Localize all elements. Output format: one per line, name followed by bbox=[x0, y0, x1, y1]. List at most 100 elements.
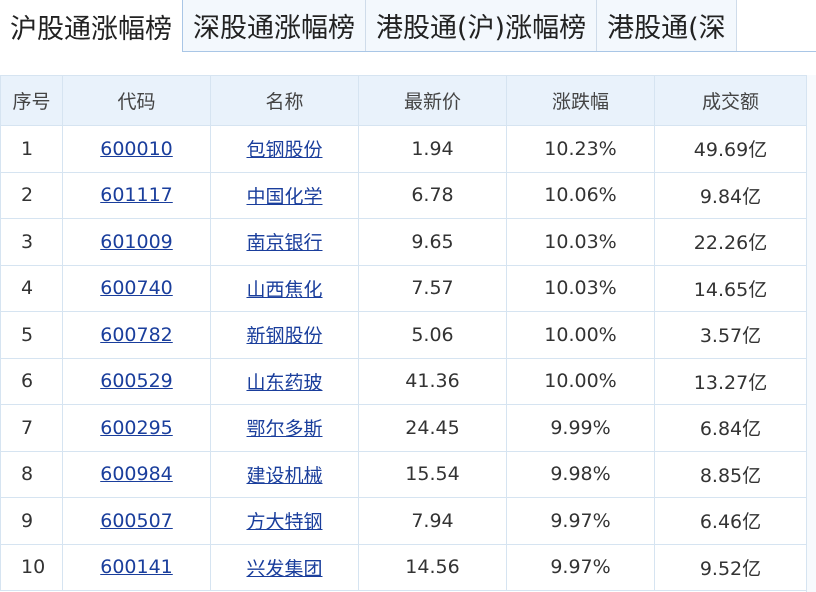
header-price: 最新价 bbox=[358, 75, 507, 126]
tab-hk-connect-sh-gainers[interactable]: 港股通(沪)涨幅榜 bbox=[366, 0, 598, 51]
table-row: 7 600295 鄂尔多斯 24.45 9.99% 6.84亿 bbox=[0, 404, 807, 452]
stock-code-cell: 600740 bbox=[62, 264, 211, 312]
stock-name-cell: 中国化学 bbox=[210, 171, 359, 219]
stock-name-cell: 兴发集团 bbox=[210, 543, 359, 591]
header-turnover: 成交额 bbox=[654, 75, 807, 126]
table-row: 2 601117 中国化学 6.78 10.06% 9.84亿 bbox=[0, 171, 807, 219]
stock-code-cell: 600295 bbox=[62, 404, 211, 452]
stock-name-cell: 建设机械 bbox=[210, 450, 359, 498]
table-row: 1 600010 包钢股份 1.94 10.23% 49.69亿 bbox=[0, 125, 807, 173]
turnover-amount: 6.46亿 bbox=[654, 497, 807, 545]
latest-price: 14.56 bbox=[358, 543, 507, 591]
stock-code-cell: 600507 bbox=[62, 497, 211, 545]
stock-code-cell: 600782 bbox=[62, 311, 211, 359]
stock-name-cell: 方大特钢 bbox=[210, 497, 359, 545]
stock-code-cell: 600529 bbox=[62, 357, 211, 405]
latest-price: 15.54 bbox=[358, 450, 507, 498]
stock-code-link[interactable]: 601009 bbox=[100, 231, 173, 253]
change-percent: 9.97% bbox=[506, 543, 655, 591]
table-header-row: 序号 代码 名称 最新价 涨跌幅 成交额 bbox=[0, 75, 807, 126]
stock-name-cell: 鄂尔多斯 bbox=[210, 404, 359, 452]
change-percent: 10.23% bbox=[506, 125, 655, 173]
latest-price: 1.94 bbox=[358, 125, 507, 173]
change-percent: 9.97% bbox=[506, 497, 655, 545]
stock-name-link[interactable]: 山东药玻 bbox=[246, 372, 322, 394]
stock-code-link[interactable]: 600782 bbox=[100, 324, 173, 346]
table-row: 5 600782 新钢股份 5.06 10.00% 3.57亿 bbox=[0, 311, 807, 359]
table-row: 4 600740 山西焦化 7.57 10.03% 14.65亿 bbox=[0, 264, 807, 312]
stock-code-link[interactable]: 600984 bbox=[100, 463, 173, 485]
stock-name-cell: 南京银行 bbox=[210, 218, 359, 266]
row-number: 2 bbox=[0, 171, 63, 219]
stock-code-cell: 600984 bbox=[62, 450, 211, 498]
latest-price: 41.36 bbox=[358, 357, 507, 405]
row-number: 4 bbox=[0, 264, 63, 312]
latest-price: 7.94 bbox=[358, 497, 507, 545]
change-percent: 10.03% bbox=[506, 218, 655, 266]
stock-code-cell: 600141 bbox=[62, 543, 211, 591]
table-right-edge bbox=[806, 75, 816, 592]
stock-code-cell: 601117 bbox=[62, 171, 211, 219]
stock-code-link[interactable]: 600507 bbox=[100, 510, 173, 532]
turnover-amount: 9.84亿 bbox=[654, 171, 807, 219]
turnover-amount: 9.52亿 bbox=[654, 543, 807, 591]
latest-price: 9.65 bbox=[358, 218, 507, 266]
turnover-amount: 8.85亿 bbox=[654, 450, 807, 498]
stock-name-link[interactable]: 包钢股份 bbox=[246, 139, 322, 161]
stock-name-link[interactable]: 方大特钢 bbox=[246, 511, 322, 533]
table-row: 10 600141 兴发集团 14.56 9.97% 9.52亿 bbox=[0, 543, 807, 591]
ranking-tabs: 沪股通涨幅榜 深股通涨幅榜 港股通(沪)涨幅榜 港股通(深 bbox=[0, 0, 816, 52]
row-number: 8 bbox=[0, 450, 63, 498]
table-row: 3 601009 南京银行 9.65 10.03% 22.26亿 bbox=[0, 218, 807, 266]
row-number: 6 bbox=[0, 357, 63, 405]
stock-name-link[interactable]: 山西焦化 bbox=[246, 279, 322, 301]
latest-price: 5.06 bbox=[358, 311, 507, 359]
tab-sh-connect-gainers[interactable]: 沪股通涨幅榜 bbox=[0, 0, 183, 52]
latest-price: 24.45 bbox=[358, 404, 507, 452]
row-number: 1 bbox=[0, 125, 63, 173]
turnover-amount: 6.84亿 bbox=[654, 404, 807, 452]
change-percent: 10.00% bbox=[506, 357, 655, 405]
table-row: 9 600507 方大特钢 7.94 9.97% 6.46亿 bbox=[0, 497, 807, 545]
stock-code-cell: 600010 bbox=[62, 125, 211, 173]
turnover-amount: 14.65亿 bbox=[654, 264, 807, 312]
gainers-table: 序号 代码 名称 最新价 涨跌幅 成交额 1 600010 包钢股份 1.94 10.2… bbox=[0, 75, 807, 591]
stock-code-link[interactable]: 600010 bbox=[100, 138, 173, 160]
stock-name-cell: 包钢股份 bbox=[210, 125, 359, 173]
stock-code-link[interactable]: 600141 bbox=[100, 556, 173, 578]
row-number: 5 bbox=[0, 311, 63, 359]
latest-price: 7.57 bbox=[358, 264, 507, 312]
stock-name-link[interactable]: 建设机械 bbox=[246, 465, 322, 487]
stock-name-link[interactable]: 兴发集团 bbox=[246, 558, 322, 580]
tab-hk-connect-sz-gainers[interactable]: 港股通(深 bbox=[597, 0, 737, 51]
stock-name-cell: 山西焦化 bbox=[210, 264, 359, 312]
stock-name-link[interactable]: 南京银行 bbox=[246, 232, 322, 254]
stock-code-link[interactable]: 601117 bbox=[100, 184, 173, 206]
change-percent: 10.00% bbox=[506, 311, 655, 359]
stock-code-link[interactable]: 600295 bbox=[100, 417, 173, 439]
turnover-amount: 49.69亿 bbox=[654, 125, 807, 173]
header-no: 序号 bbox=[0, 75, 63, 126]
table-row: 6 600529 山东药玻 41.36 10.00% 13.27亿 bbox=[0, 357, 807, 405]
turnover-amount: 13.27亿 bbox=[654, 357, 807, 405]
stock-name-cell: 山东药玻 bbox=[210, 357, 359, 405]
latest-price: 6.78 bbox=[358, 171, 507, 219]
row-number: 10 bbox=[0, 543, 63, 591]
stock-code-link[interactable]: 600740 bbox=[100, 277, 173, 299]
stock-name-cell: 新钢股份 bbox=[210, 311, 359, 359]
row-number: 7 bbox=[0, 404, 63, 452]
header-name: 名称 bbox=[210, 75, 359, 126]
row-number: 3 bbox=[0, 218, 63, 266]
stock-name-link[interactable]: 中国化学 bbox=[246, 186, 322, 208]
change-percent: 9.98% bbox=[506, 450, 655, 498]
stock-name-link[interactable]: 鄂尔多斯 bbox=[246, 418, 322, 440]
header-code: 代码 bbox=[62, 75, 211, 126]
change-percent: 10.03% bbox=[506, 264, 655, 312]
turnover-amount: 3.57亿 bbox=[654, 311, 807, 359]
change-percent: 10.06% bbox=[506, 171, 655, 219]
stock-code-cell: 601009 bbox=[62, 218, 211, 266]
stock-name-link[interactable]: 新钢股份 bbox=[246, 325, 322, 347]
stock-code-link[interactable]: 600529 bbox=[100, 370, 173, 392]
table-row: 8 600984 建设机械 15.54 9.98% 8.85亿 bbox=[0, 450, 807, 498]
tab-sz-connect-gainers[interactable]: 深股通涨幅榜 bbox=[183, 0, 366, 51]
